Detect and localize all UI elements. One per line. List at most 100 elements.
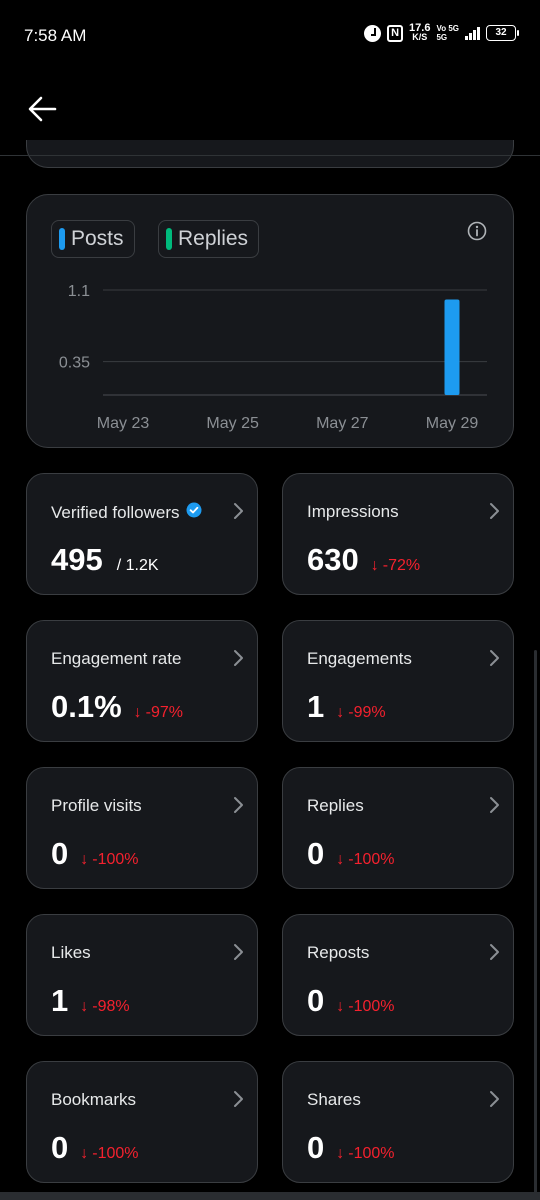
stat-change: ↓ -72% — [371, 557, 420, 575]
stat-change: ↓ -100% — [336, 851, 394, 869]
stat-label: Engagement rate — [51, 649, 181, 669]
info-icon[interactable] — [467, 221, 487, 241]
chevron-right-icon — [231, 795, 245, 815]
stat-value: 1 — [307, 689, 325, 724]
stat-change-value: -99% — [348, 704, 386, 721]
nfc-icon: N — [387, 24, 404, 42]
stat-value-row: 630 ↓ -72% — [307, 542, 420, 578]
stat-card-replies[interactable]: Replies 0 ↓ -100% — [282, 767, 514, 889]
stat-change: ↓ -100% — [336, 998, 394, 1016]
stat-card-profile-visits[interactable]: Profile visits 0 ↓ -100% — [26, 767, 258, 889]
stat-card-bookmarks[interactable]: Bookmarks 0 ↓ -100% — [26, 1061, 258, 1183]
stat-value-row: 0 ↓ -100% — [307, 1130, 395, 1166]
legend-replies-swatch — [166, 228, 172, 250]
stat-value-row: 0 ↓ -100% — [307, 836, 395, 872]
bar-posts — [444, 299, 460, 395]
network-speed: 17.6 K/S — [409, 23, 430, 42]
arrow-down-icon: ↓ — [80, 851, 89, 868]
arrow-down-icon: ↓ — [370, 557, 379, 574]
stat-label: Impressions — [307, 502, 399, 522]
stat-change: ↓ -100% — [80, 1145, 138, 1163]
legend-replies-label: Replies — [178, 227, 249, 250]
stat-card-reposts[interactable]: Reposts 0 ↓ -100% — [282, 914, 514, 1036]
stat-label-text: Profile visits — [51, 796, 142, 815]
stat-label: Reposts — [307, 943, 369, 963]
stat-card-shares[interactable]: Shares 0 ↓ -100% — [282, 1061, 514, 1183]
arrow-down-icon: ↓ — [80, 1145, 89, 1162]
chevron-right-icon — [487, 501, 501, 521]
network-type: Vo 5G 5G — [436, 24, 459, 42]
stat-label: Bookmarks — [51, 1090, 136, 1110]
stat-change-value: -100% — [92, 1145, 139, 1162]
chevron-right-icon — [487, 942, 501, 962]
y-tick-label: 1.1 — [68, 283, 90, 300]
chevron-right-icon — [231, 648, 245, 668]
arrow-down-icon: ↓ — [336, 1145, 345, 1162]
stat-card-likes[interactable]: Likes 1 ↓ -98% — [26, 914, 258, 1036]
chevron-right-icon — [231, 1089, 245, 1109]
x-tick-label: May 23 — [97, 415, 150, 432]
stat-card-verified-followers[interactable]: Verified followers 495 / 1.2K — [26, 473, 258, 595]
stat-value: 0 — [51, 1130, 69, 1165]
stat-label: Engagements — [307, 649, 412, 669]
stat-label: Replies — [307, 796, 364, 816]
stat-card-engagements[interactable]: Engagements 1 ↓ -99% — [282, 620, 514, 742]
stat-label-text: Verified followers — [51, 502, 180, 522]
stat-change: ↓ -100% — [336, 1145, 394, 1163]
stat-card-engagement-rate[interactable]: Engagement rate 0.1% ↓ -97% — [26, 620, 258, 742]
network-speed-unit: K/S — [412, 32, 428, 42]
stat-change-value: -100% — [348, 998, 395, 1015]
status-bar: 7:58 AM N 17.6 K/S Vo 5G 5G 32 — [0, 0, 540, 72]
back-button[interactable] — [26, 92, 60, 126]
stat-value: 0 — [307, 836, 325, 871]
stat-label: Likes — [51, 943, 91, 963]
stat-total: / 1.2K — [116, 557, 159, 574]
stat-change-value: -100% — [92, 851, 139, 868]
stat-change: ↓ -100% — [80, 851, 138, 869]
stat-label-text: Likes — [51, 943, 91, 962]
battery-level: 32 — [495, 27, 507, 38]
stat-value-row: 1 ↓ -98% — [51, 983, 130, 1019]
stat-value: 630 — [307, 542, 359, 577]
arrow-down-icon: ↓ — [336, 851, 345, 868]
stat-value-row: 1 ↓ -99% — [307, 689, 386, 725]
stat-value: 1 — [51, 983, 69, 1018]
stat-value-row: 0 ↓ -100% — [51, 836, 139, 872]
signal-icon — [465, 26, 480, 40]
legend-replies-chip[interactable]: Replies — [158, 220, 260, 258]
alarm-icon — [364, 24, 382, 42]
arrow-left-icon — [28, 96, 57, 122]
stat-value: 0 — [51, 836, 69, 871]
stat-label-text: Impressions — [307, 502, 399, 521]
x-tick-label: May 29 — [426, 415, 479, 432]
y-tick-label: 0.35 — [59, 355, 90, 372]
chevron-right-icon — [487, 1089, 501, 1109]
stat-label: Profile visits — [51, 796, 142, 816]
stat-value-row: 0 ↓ -100% — [51, 1130, 139, 1166]
x-tick-label: May 27 — [316, 415, 369, 432]
bottom-edge — [0, 1192, 540, 1200]
stat-label-text: Engagements — [307, 649, 412, 668]
stat-label-text: Replies — [307, 796, 364, 815]
stat-change: ↓ -99% — [336, 704, 385, 722]
status-time: 7:58 AM — [24, 26, 87, 45]
scrollbar[interactable] — [534, 650, 537, 1198]
stat-value: 0 — [307, 1130, 325, 1165]
stat-value: 495 — [51, 542, 103, 577]
stat-label-text: Reposts — [307, 943, 370, 962]
arrow-down-icon: ↓ — [133, 704, 142, 721]
legend-posts-chip[interactable]: Posts — [51, 220, 135, 258]
header-divider — [0, 155, 540, 156]
verified-badge-icon — [186, 502, 202, 523]
stat-card-impressions[interactable]: Impressions 630 ↓ -72% — [282, 473, 514, 595]
previous-card-edge — [26, 140, 514, 168]
stat-label-text: Shares — [307, 1090, 361, 1109]
stat-value: 0 — [307, 983, 325, 1018]
stat-value-row: 495 / 1.2K — [51, 542, 159, 578]
arrow-down-icon: ↓ — [336, 998, 345, 1015]
arrow-down-icon: ↓ — [80, 998, 89, 1015]
legend-posts-swatch — [59, 228, 65, 250]
stat-label-text: Engagement rate — [51, 649, 182, 668]
chevron-right-icon — [231, 942, 245, 962]
chevron-right-icon — [487, 795, 501, 815]
